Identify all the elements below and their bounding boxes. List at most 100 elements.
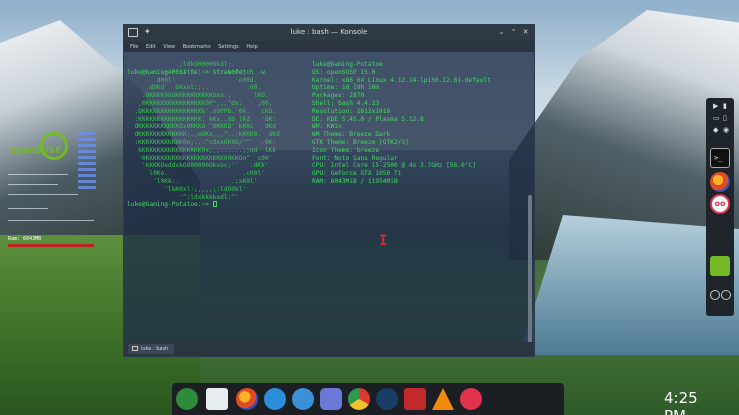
info-value: Breeze Dark [349, 131, 391, 139]
info-key: WM: [312, 123, 327, 131]
conky-brand: openSUSE [10, 146, 62, 156]
window-title: luke : bash — Konsole [290, 28, 368, 36]
shell-prompt: luke@Gaming-Potatoe:~> [127, 201, 217, 209]
info-key: RAM: [312, 177, 331, 185]
info-value: Intel Core i5-2500 @ 4x 3.7GHz [56.0°C] [330, 162, 476, 170]
info-line: Resolution: 1812x1019 [312, 108, 491, 116]
system-info: luke@Gaming-Potatoe OS: openSUSE 15.0 Kern… [312, 61, 491, 186]
konsole-window[interactable]: ✦ luke : bash — Konsole ⌄ ⌃ ✕ File Edit … [123, 24, 535, 357]
logo-line: l0Ko. .c00l' [127, 170, 265, 178]
info-value: 1812x1019 [356, 107, 391, 115]
minimize-icon[interactable]: ⌄ [497, 28, 506, 37]
close-icon[interactable]: ✕ [521, 28, 530, 37]
discord-icon[interactable] [320, 388, 342, 410]
maximize-icon[interactable]: ⌃ [509, 28, 518, 37]
scrollbar[interactable] [528, 195, 532, 345]
vlc-icon[interactable] [432, 388, 454, 410]
menu-settings[interactable]: Settings [218, 44, 239, 50]
steam-icon[interactable] [376, 388, 398, 410]
opensuse-launcher-icon[interactable] [710, 256, 730, 276]
lock-icon[interactable] [710, 290, 720, 300]
logo-line: :KKKKKKKKKKKKKKKKK: kKx..dd lKd 'OK: [127, 115, 277, 123]
info-key: WM Theme: [312, 131, 350, 139]
pp-launcher-icon[interactable]: oo [710, 194, 730, 214]
info-key: GTK Theme: [312, 138, 353, 146]
logo-line: kKKKKKKKKKKKKKKKK0x;,,......,;od lKk [127, 146, 277, 154]
logo-line: .d0Kd' Okxol:;,. :00. [127, 84, 262, 92]
menu-bookmarks[interactable]: Bookmarks [183, 44, 211, 50]
logo-line: .OKKKKKKKKKKKKKKKKk'.oOPPb.'0k. cKO. [127, 107, 277, 115]
info-key: CPU: [312, 162, 331, 170]
logo-line: .OKKKK0kOKKKKKKKKKKOxo:, lKO. [127, 92, 269, 100]
menu-help[interactable]: Help [246, 44, 257, 50]
logo-line: 'l0Kk:. .;xK0l' [127, 177, 258, 185]
text-cursor [212, 201, 217, 207]
info-line: Packages: 2870 [312, 92, 491, 100]
info-key: Icon Theme: [312, 146, 357, 154]
logo-line: :KKKKKKKKKKKK0o;...^cdxxOK0O/^^' .0K: [127, 138, 277, 146]
clock[interactable]: 4:25 PM [664, 389, 698, 415]
info-value: x86_64 Linux 4.12.14-lp150.12.61-default [341, 76, 491, 84]
terminal-output[interactable]: luke@Gaming-Potatoe:~> screenfetch -w .;… [127, 53, 525, 343]
prompt-text: luke@Gaming-Potatoe:~> [127, 201, 213, 208]
power-icon[interactable] [721, 290, 731, 300]
firefox-launcher-icon[interactable] [710, 172, 730, 192]
info-line: OS: openSUSE 15.0 [312, 69, 491, 77]
info-key: Resolution: [312, 107, 357, 115]
speaker-icon[interactable]: ▮ [723, 102, 727, 110]
files-icon[interactable] [206, 388, 228, 410]
info-value: breeze [356, 146, 380, 154]
info-line: CPU: Intel Core i5-2500 @ 4x 3.7GHz [56.… [312, 162, 491, 170]
dock: 4:25 PM [172, 383, 698, 415]
opensuse-icon[interactable] [176, 388, 198, 410]
conky-ram-bar [8, 244, 94, 247]
info-line: GPU: GeForce GTX 1050 Ti [312, 170, 491, 178]
discover-icon[interactable] [264, 388, 286, 410]
filezilla-icon[interactable] [404, 388, 426, 410]
info-key: Packages: [312, 92, 350, 100]
pp-icon[interactable] [460, 388, 482, 410]
info-line: WM Theme: Breeze Dark [312, 131, 491, 139]
info-value: GeForce GTX 1050 Ti [330, 170, 402, 178]
info-value: KDE 5.45.0 / Plasma 5.12.8 [326, 115, 424, 123]
menu-edit[interactable]: Edit [146, 44, 156, 50]
info-key: Uptime: [312, 84, 342, 92]
titlebar[interactable]: ✦ luke : bash — Konsole ⌄ ⌃ ✕ [124, 25, 534, 41]
tab-bash[interactable]: luke : bash [128, 344, 175, 354]
play-icon[interactable]: ▶ [713, 102, 718, 110]
info-value: bash 4.4.23 [338, 99, 380, 107]
conky-divider [8, 174, 68, 175]
info-value: 1d 19h 10m [341, 84, 380, 92]
info-value: KWin [326, 123, 342, 131]
clipboard-icon[interactable]: ▯ [723, 114, 727, 122]
info-line: GTK Theme: Breeze [GTK2/3] [312, 139, 491, 147]
logo-line: .d00l' 'o00d. [127, 76, 258, 84]
display-icon[interactable]: ▭ [713, 114, 720, 122]
menu-view[interactable]: View [163, 44, 175, 50]
logo-line: ,0KKKKKKKKKKKKKKKK0P^,,,^dx: ;00, [127, 99, 273, 107]
info-key: DE: [312, 115, 327, 123]
logo-line: '0KKKKKKKKKKKKKKKKKKKKK00KKOo^ c00' [127, 154, 273, 162]
terminal-launcher-icon[interactable]: >_ [710, 148, 730, 168]
notifications-icon[interactable]: ◉ [723, 126, 729, 134]
info-line: DE: KDE 5.45.0 / Plasma 5.12.8 [312, 116, 491, 124]
logo-line: 'kKKKOxddxkOO00000Okxoc;'' .dKk' [127, 162, 269, 170]
info-value: 6043MiB / 11954MiB [330, 177, 398, 185]
chrome-icon[interactable] [348, 388, 370, 410]
info-key: OS: [312, 68, 327, 76]
logo-line: .;d00xl:^''''''^:ok00d;. [127, 68, 250, 76]
firefox-icon[interactable] [236, 388, 258, 410]
info-line: Shell: bash 4.4.23 [312, 100, 491, 108]
info-key: Shell: [312, 99, 339, 107]
info-key: Kernel: [312, 76, 342, 84]
info-line: RAM: 6043MiB / 11954MiB [312, 178, 491, 186]
logo-line: dKKKKKKKKKKKOx0KKKd ^0KKKO' kKKc dKd [127, 123, 277, 131]
logo-line: dKKKKKKKKKKKKK;.;oOKx,,,^..;kKKK0. dKd [127, 131, 280, 139]
info-line: WM: KWin [312, 123, 491, 131]
logo-line: 'lkK0xl:;,,,,;:ldO0kl' [127, 185, 247, 193]
tabbar: luke : bash [124, 342, 534, 356]
menu-file[interactable]: File [130, 44, 138, 50]
network-icon[interactable]: ◆ [713, 126, 718, 134]
system-monitor-icon[interactable] [292, 388, 314, 410]
info-value: luke@Gaming-Potatoe [312, 61, 383, 68]
